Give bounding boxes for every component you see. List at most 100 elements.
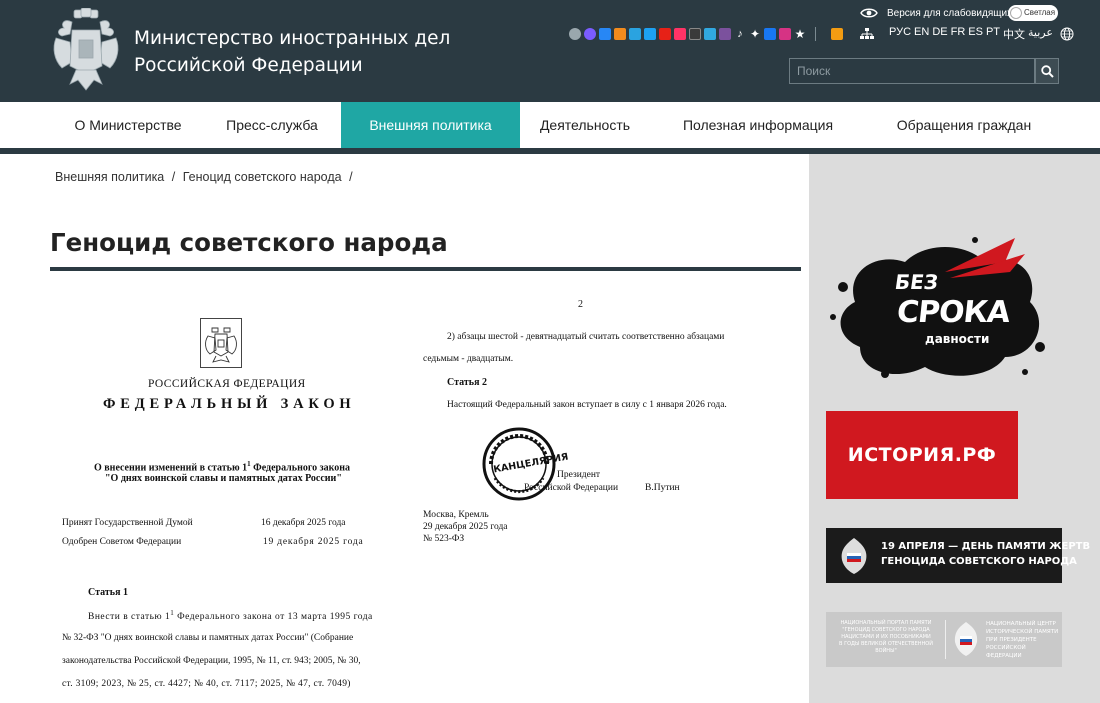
lang-en[interactable]: EN [914, 26, 929, 42]
banner-4-divider [945, 620, 946, 659]
language-switcher: РУС EN DE FR ES PT 中文 عربية [889, 26, 1053, 42]
banner-1-line-2: СРОКА [895, 295, 1012, 330]
nav-item-activity[interactable]: Деятельность [520, 102, 650, 148]
tiktok-icon[interactable]: ♪ [734, 28, 746, 40]
star-icon[interactable]: ★ [794, 28, 806, 40]
sidebar: БЕЗ СРОКА давности ИСТОРИЯ.РФ 19 АПРЕЛЯ … [809, 154, 1100, 703]
doc-approved-date: 19 декабря 2025 года [263, 537, 364, 547]
lang-pt[interactable]: PT [986, 26, 1000, 42]
nav-item-foreign-policy[interactable]: Внешняя политика [341, 102, 520, 148]
banner-memory-portals[interactable]: НАЦИОНАЛЬНЫЙ ПОРТАЛ ПАМЯТИ "ГЕНОЦИД СОВЕ… [826, 612, 1062, 667]
breadcrumb: Внешняя политика / Геноцид советского на… [55, 170, 357, 184]
banner-4-right-line-2: ИСТОРИЧЕСКОЙ ПАМЯТИ [986, 629, 1059, 635]
coat-of-arms-icon [200, 318, 242, 368]
youtube-icon[interactable] [659, 28, 671, 40]
telegram-2-icon[interactable] [704, 28, 716, 40]
search-input[interactable] [790, 59, 1034, 83]
doc-article-1-text-a: Внести в статью 1 [88, 612, 171, 623]
lang-de[interactable]: DE [932, 26, 947, 42]
doc-subject-line-1: О внесении изменений в статью 11 Федерал… [94, 460, 350, 473]
banner-4-left-line-4: В ГОДЫ ВЕЛИКОЙ ОТЕЧЕСТВЕННОЙ ВОЙНЫ" [839, 641, 933, 654]
nav-item-ministry[interactable]: О Министерстве [53, 102, 203, 148]
doc-subject-text-a: О внесении изменений в статью 1 [94, 462, 248, 474]
banner-3-line-2: ГЕНОЦИДА СОВЕТСКОГО НАРОДА [881, 556, 1077, 567]
telegram-icon[interactable] [629, 28, 641, 40]
doc-date: 29 декабря 2025 года [423, 522, 508, 532]
doc-law-type: ФЕДЕРАЛЬНЫЙ ЗАКОН [103, 396, 356, 412]
sitemap-icon[interactable] [860, 28, 874, 40]
viber-icon[interactable] [719, 28, 731, 40]
doc-article-1-line-4: ст. 3109; 2023, № 25, ст. 4427; № 40, ст… [62, 679, 351, 689]
doc-article-1-title: Статья 1 [88, 587, 128, 598]
ok-icon[interactable] [614, 28, 626, 40]
law-document-image[interactable]: РОССИЙСКАЯ ФЕДЕРАЦИЯ ФЕДЕРАЛЬНЫЙ ЗАКОН О… [50, 274, 801, 703]
theme-toggle[interactable]: Светлая [1008, 5, 1058, 21]
lang-ar[interactable]: عربية [1028, 26, 1053, 42]
rutube-icon[interactable] [674, 28, 686, 40]
doc-signature-role-line-1: Президент [557, 470, 601, 480]
lang-fr[interactable]: FR [951, 26, 966, 42]
doc-article-1-text-b: Федерального закона от 13 марта 1995 год… [174, 612, 373, 623]
site-title-line-2: Российской Федерации [134, 55, 363, 76]
doc-page-number: 2 [578, 299, 583, 310]
banner-1-line-1: БЕЗ [893, 270, 940, 294]
site-header: Министерство иностранных дел Российской … [0, 0, 1100, 102]
doc-article-2-text: Настоящий Федеральный закон вступает в с… [447, 400, 727, 410]
doc-signature-name: В.Путин [645, 483, 680, 493]
banner-remembrance-day[interactable]: 19 АПРЕЛЯ — ДЕНЬ ПАМЯТИ ЖЕРТВ ГЕНОЦИДА С… [826, 528, 1090, 583]
vk-icon[interactable] [599, 28, 611, 40]
lang-es[interactable]: ES [968, 26, 983, 42]
doc-country-name: РОССИЙСКАЯ ФЕДЕРАЦИЯ [148, 378, 306, 390]
search-icon [1040, 64, 1054, 78]
breadcrumb-item-genocide[interactable]: Геноцид советского народа [183, 170, 342, 184]
banner-4-right-line-1: НАЦИОНАЛЬНЫЙ ЦЕНТР [986, 621, 1056, 627]
banner-4-left-line-1: НАЦИОНАЛЬНЫЙ ПОРТАЛ ПАМЯТИ [840, 620, 932, 626]
facebook-icon[interactable] [764, 28, 776, 40]
globe-icon[interactable] [1060, 27, 1074, 41]
memory-center-emblem-icon [954, 622, 978, 656]
breadcrumb-separator: / [171, 170, 176, 184]
banner-2-text: ИСТОРИЯ.РФ [847, 444, 997, 466]
page-title: Геноцид советского народа [50, 228, 448, 257]
eye-icon [860, 8, 878, 18]
main-nav: О Министерстве Пресс-служба Внешняя поли… [0, 102, 1100, 148]
dzen-icon[interactable] [689, 28, 701, 40]
doc-article-1-line-1: Внести в статью 11 Федерального закона о… [88, 609, 373, 622]
max-icon[interactable] [584, 28, 596, 40]
banner-4-right-line-3: ПРИ ПРЕЗИДЕНТЕ [986, 637, 1037, 643]
search-field[interactable] [789, 58, 1035, 84]
lang-zh[interactable]: 中文 [1003, 26, 1025, 42]
double-headed-eagle-emblem-icon[interactable] [50, 8, 122, 94]
twitter-icon[interactable] [644, 28, 656, 40]
doc-place: Москва, Кремль [423, 510, 489, 520]
doc-approved-label: Одобрен Советом Федерации [62, 537, 182, 547]
accessibility-version-link[interactable]: Версия для слабовидящих Светлая [860, 4, 1058, 22]
theme-toggle-knob [1010, 7, 1022, 19]
doc-adopted-date: 16 декабря 2025 года [261, 518, 346, 528]
livejournal-icon[interactable]: ✦ [749, 28, 761, 40]
breadcrumb-separator: / [349, 170, 353, 184]
nav-item-press[interactable]: Пресс-служба [203, 102, 341, 148]
lang-ru[interactable]: РУС [889, 26, 911, 42]
banner-no-statute-of-limitations[interactable]: БЕЗ СРОКА давности [825, 232, 1055, 384]
theme-toggle-label: Светлая [1024, 8, 1056, 17]
doc-article-2-title: Статья 2 [447, 377, 487, 388]
banner-4-left-line-2: "ГЕНОЦИД СОВЕТСКОГО НАРОДА [842, 627, 930, 633]
accessibility-version-label: Версия для слабовидящих [887, 7, 1013, 19]
nav-item-citizen-appeals[interactable]: Обращения граждан [866, 102, 1062, 148]
search-button[interactable] [1035, 58, 1059, 84]
doc-para-line-2: седьмым - двадцатым. [423, 354, 514, 364]
doc-subject-text-b: Федерального закона [250, 462, 351, 474]
nav-item-useful-info[interactable]: Полезная информация [650, 102, 866, 148]
site-title[interactable]: Министерство иностранных дел Российской … [134, 25, 450, 79]
doc-para-line-1: 2) абзацы шестой - девятнадцатый считать… [447, 332, 725, 342]
banner-istoriya-rf[interactable]: ИСТОРИЯ.РФ [826, 411, 1018, 499]
site-title-line-1: Министерство иностранных дел [134, 28, 451, 49]
share-icon[interactable] [569, 28, 581, 40]
banner-4-right-text: НАЦИОНАЛЬНЫЙ ЦЕНТР ИСТОРИЧЕСКОЙ ПАМЯТИ П… [986, 620, 1060, 660]
header-divider [815, 27, 816, 41]
rss-icon[interactable] [831, 28, 843, 40]
breadcrumb-item-foreign-policy[interactable]: Внешняя политика [55, 170, 164, 184]
instagram-icon[interactable] [779, 28, 791, 40]
banner-4-left-text: НАЦИОНАЛЬНЫЙ ПОРТАЛ ПАМЯТИ "ГЕНОЦИД СОВЕ… [830, 620, 942, 655]
